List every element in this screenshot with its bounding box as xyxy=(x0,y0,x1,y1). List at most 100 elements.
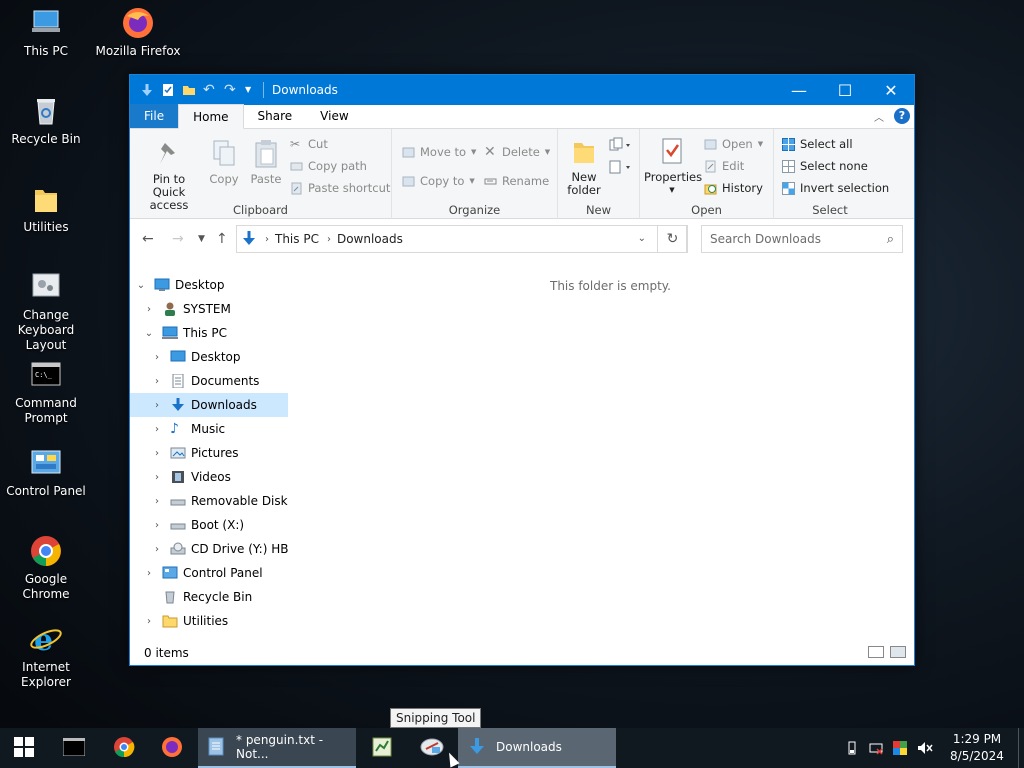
tab-file[interactable]: File xyxy=(130,104,179,128)
desktop-icon-command-prompt[interactable]: C:\_ Command Prompt xyxy=(0,358,92,426)
expanded-chevron-icon[interactable]: ⌄ xyxy=(144,328,154,339)
properties-qat-icon[interactable] xyxy=(161,83,175,97)
taskbar-downloads-task[interactable]: Downloads xyxy=(458,728,616,768)
tree-item-cd-drive[interactable]: › CD Drive (Y:) HBC xyxy=(130,537,288,561)
collapsed-chevron-icon[interactable]: › xyxy=(152,448,162,459)
forward-arrow-icon[interactable]: → xyxy=(172,231,184,247)
collapsed-chevron-icon[interactable]: › xyxy=(152,376,162,387)
copy-button[interactable]: Copy xyxy=(206,139,242,186)
paste-button[interactable]: Paste xyxy=(246,139,286,186)
collapsed-chevron-icon[interactable]: › xyxy=(152,400,162,411)
tree-item-system[interactable]: › SYSTEM xyxy=(130,297,288,321)
taskbar-chrome-button[interactable] xyxy=(100,728,148,768)
collapsed-chevron-icon[interactable]: › xyxy=(152,352,162,363)
address-dropdown-icon[interactable]: ⌄ xyxy=(638,233,646,244)
address-bar[interactable]: › This PC › Downloads ⌄ xyxy=(236,225,687,253)
tree-item-removable-disk[interactable]: › Removable Disk (C xyxy=(130,489,288,513)
collapsed-chevron-icon[interactable]: › xyxy=(152,424,162,435)
open-button[interactable]: Open ▼ xyxy=(704,137,763,151)
copy-path-button[interactable]: Copy path xyxy=(290,159,367,173)
breadcrumb-downloads[interactable]: Downloads xyxy=(337,232,403,246)
delete-button[interactable]: ✕ Delete ▼ xyxy=(484,145,550,160)
tree-item-documents[interactable]: › Documents xyxy=(130,369,288,393)
usb-device-icon[interactable] xyxy=(845,741,859,755)
undo-icon[interactable]: ↶ xyxy=(203,83,217,97)
rename-button[interactable]: Rename xyxy=(484,174,549,188)
properties-button[interactable]: Properties ▼ xyxy=(644,137,702,197)
network-error-icon[interactable] xyxy=(869,741,883,755)
taskbar-app-button[interactable] xyxy=(360,728,404,768)
collapsed-chevron-icon[interactable]: › xyxy=(144,616,154,627)
minimize-button[interactable]: — xyxy=(776,75,822,105)
copy-to-button[interactable]: Copy to ▼ xyxy=(402,174,475,188)
tree-item-recycle-bin[interactable]: Recycle Bin xyxy=(130,585,288,609)
collapse-ribbon-icon[interactable]: ︿ xyxy=(874,109,884,124)
paste-shortcut-button[interactable]: Paste shortcut xyxy=(290,181,390,195)
tree-item-boot[interactable]: › Boot (X:) xyxy=(130,513,288,537)
breadcrumb-separator-icon[interactable]: › xyxy=(265,234,269,245)
invert-selection-button[interactable]: Invert selection xyxy=(782,181,889,195)
redo-icon[interactable]: ↷ xyxy=(224,83,238,97)
tree-item-downloads[interactable]: › Downloads xyxy=(130,393,288,417)
taskbar-firefox-button[interactable] xyxy=(148,728,196,768)
up-arrow-icon[interactable]: ↑ xyxy=(216,231,228,247)
collapsed-chevron-icon[interactable]: › xyxy=(144,304,154,315)
desktop-icon-chrome[interactable]: Google Chrome xyxy=(0,534,92,602)
desktop-icon-recycle-bin[interactable]: Recycle Bin xyxy=(0,94,92,147)
start-button[interactable] xyxy=(0,728,48,768)
collapsed-chevron-icon[interactable]: › xyxy=(152,496,162,507)
breadcrumb-this-pc[interactable]: This PC xyxy=(275,232,319,246)
collapsed-chevron-icon[interactable]: › xyxy=(152,544,162,555)
tab-share[interactable]: Share xyxy=(244,104,307,128)
desktop-icon-ie[interactable]: e Internet Explorer xyxy=(0,622,92,690)
refresh-button[interactable]: ↻ xyxy=(657,225,688,253)
back-arrow-icon[interactable]: ← xyxy=(142,231,154,247)
collapsed-chevron-icon[interactable]: › xyxy=(152,520,162,531)
taskbar-notepad-task[interactable]: * penguin.txt - Not... xyxy=(198,728,356,768)
help-icon[interactable]: ? xyxy=(894,108,910,124)
details-view-icon[interactable] xyxy=(868,646,884,658)
new-folder-button[interactable]: New folder xyxy=(562,137,606,197)
show-desktop-button[interactable] xyxy=(1018,728,1024,768)
desktop-icon-keyboard-layout[interactable]: Change Keyboard Layout xyxy=(0,270,92,353)
desktop-icon-utilities[interactable]: Utilities xyxy=(0,182,92,235)
edit-button[interactable]: Edit xyxy=(704,159,744,173)
taskbar-cmd-button[interactable] xyxy=(50,728,98,768)
tree-item-pictures[interactable]: › Pictures xyxy=(130,441,288,465)
easy-access-icon[interactable] xyxy=(608,159,632,177)
new-folder-qat-icon[interactable] xyxy=(182,83,196,97)
maximize-button[interactable]: ☐ xyxy=(822,75,868,105)
tree-item-desktop-root[interactable]: ⌄ Desktop xyxy=(130,273,288,297)
collapsed-chevron-icon[interactable]: › xyxy=(144,568,154,579)
move-to-button[interactable]: Move to ▼ xyxy=(402,145,476,159)
customize-qat-icon[interactable]: ▼ xyxy=(245,83,259,97)
recent-locations-icon[interactable]: ▼ xyxy=(198,234,205,244)
select-all-button[interactable]: Select all xyxy=(782,137,853,151)
volume-muted-icon[interactable] xyxy=(917,741,933,755)
desktop-icon-control-panel[interactable]: Control Panel xyxy=(0,446,92,499)
display-color-icon[interactable] xyxy=(893,741,907,755)
breadcrumb-separator-icon[interactable]: › xyxy=(327,234,331,245)
close-button[interactable]: ✕ xyxy=(868,75,914,105)
new-item-icon[interactable] xyxy=(608,137,632,155)
tree-item-videos[interactable]: › Videos xyxy=(130,465,288,489)
pin-quick-access-button[interactable]: Pin to Quick access xyxy=(136,139,202,212)
desktop-icon-this-pc[interactable]: This PC xyxy=(0,6,92,59)
tree-item-control-panel[interactable]: › Control Panel xyxy=(130,561,288,585)
select-none-button[interactable]: Select none xyxy=(782,159,868,173)
expanded-chevron-icon[interactable]: ⌄ xyxy=(136,280,146,291)
tab-home[interactable]: Home xyxy=(178,104,244,129)
collapsed-chevron-icon[interactable]: › xyxy=(152,472,162,483)
tree-item-utilities[interactable]: › Utilities xyxy=(130,609,288,633)
cut-button[interactable]: ✂ Cut xyxy=(290,137,328,151)
large-icons-view-icon[interactable] xyxy=(890,646,906,658)
history-button[interactable]: History xyxy=(704,181,763,195)
search-input[interactable]: Search Downloads ⌕ xyxy=(701,225,903,253)
tree-item-music[interactable]: › ♪ Music xyxy=(130,417,288,441)
desktop-icon-firefox[interactable]: Mozilla Firefox xyxy=(92,6,184,59)
tab-view[interactable]: View xyxy=(306,104,362,128)
tree-item-this-pc[interactable]: ⌄ This PC xyxy=(130,321,288,345)
tree-item-desktop[interactable]: › Desktop xyxy=(130,345,288,369)
clock[interactable]: 1:29 PM 8/5/2024 xyxy=(936,731,1018,765)
title-bar[interactable]: ↶ ↷ ▼ Downloads — ☐ ✕ xyxy=(130,75,914,105)
